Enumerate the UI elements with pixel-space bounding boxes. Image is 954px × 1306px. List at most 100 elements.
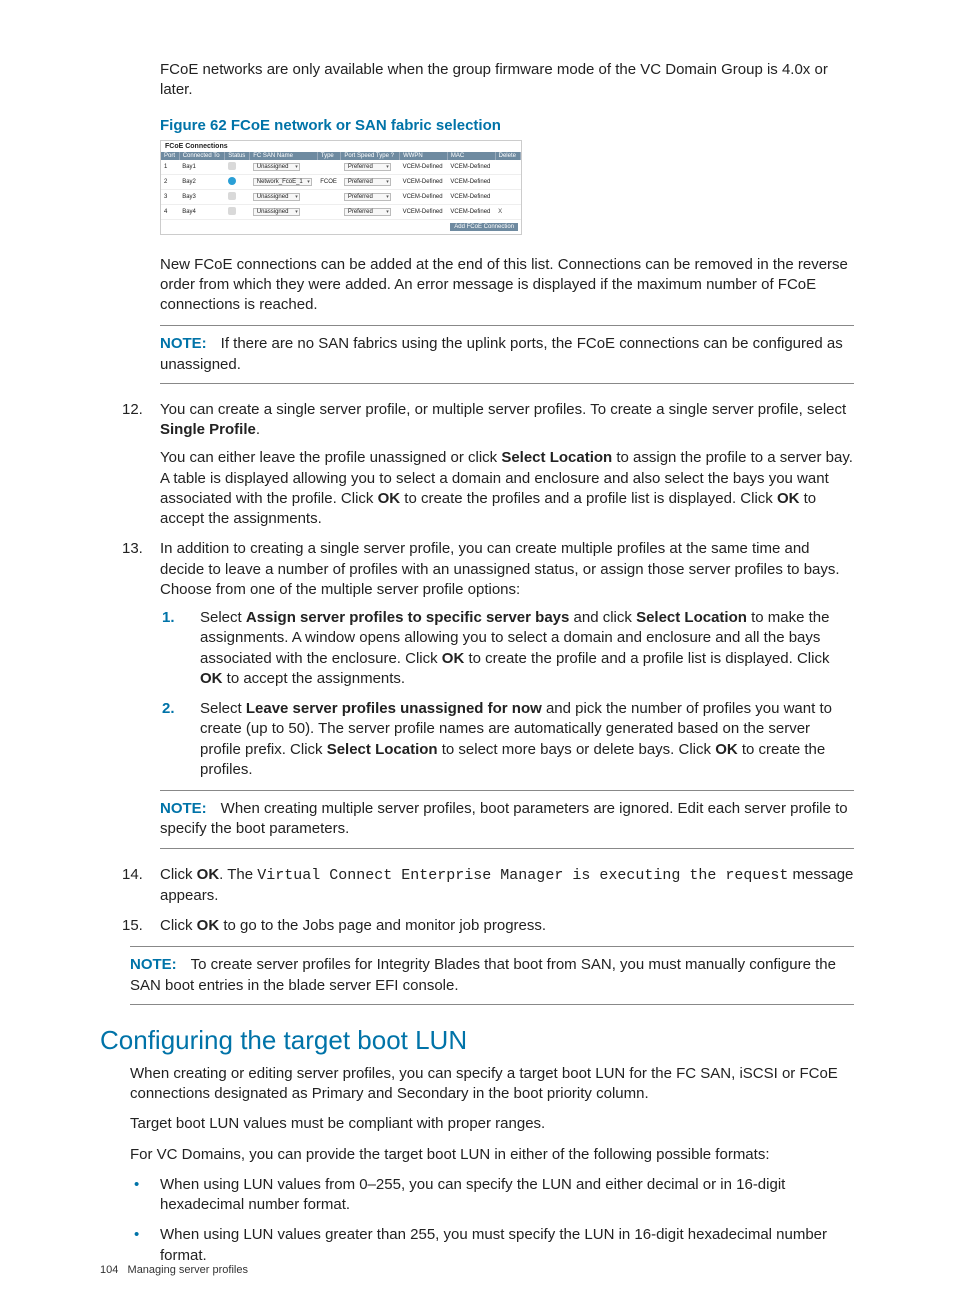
delete-icon[interactable]: X [495,204,520,219]
text: You can create a single server profile, … [160,401,846,418]
cell-delete [495,174,520,189]
cell-san[interactable]: Network_FcoE_1 [250,174,318,189]
note-text: To create server profiles for Integrity … [130,956,836,993]
cell-status [225,189,250,204]
section-heading: Configuring the target boot LUN [100,1025,854,1056]
text: Select [200,609,246,626]
cell-san[interactable]: Unassigned [250,189,318,204]
bold-ok: OK [197,917,220,934]
list-number: 14. [122,865,143,885]
status-icon [228,192,236,200]
cell-speed[interactable]: Preferred [341,174,400,189]
san-dropdown[interactable]: Unassigned [253,163,300,171]
bold-leave-unassigned: Leave server profiles unassigned for now [246,700,542,717]
page-footer: 104 Managing server profiles [100,1264,248,1276]
san-dropdown[interactable]: Network_FcoE_1 [253,178,312,186]
text: to accept the assignments. [223,670,406,687]
table-row: 3 Bay3 Unassigned Preferred VCEM-Defined… [161,189,521,204]
note-block: NOTE:To create server profiles for Integ… [130,946,854,1005]
text: to create the profiles and a profile lis… [400,490,777,507]
text: . [256,421,260,438]
cell-san[interactable]: Unassigned [250,160,318,175]
speed-dropdown[interactable]: Preferred [344,163,391,171]
cell-port: 2 [161,174,179,189]
cell-speed[interactable]: Preferred [341,189,400,204]
note-label: NOTE: [160,800,207,817]
note-label: NOTE: [130,956,177,973]
san-dropdown[interactable]: Unassigned [253,208,300,216]
col-fc-san-name: FC SAN Name [250,152,318,160]
note-text: When creating multiple server profiles, … [160,800,848,837]
col-type: Type [317,152,341,160]
sub-list-item-2: 2. Select Leave server profiles unassign… [160,699,854,780]
mono-message: Virtual Connect Enterprise Manager is ex… [257,867,788,884]
speed-dropdown[interactable]: Preferred [344,208,391,216]
bold-assign-server-profiles: Assign server profiles to specific serve… [246,609,570,626]
speed-dropdown[interactable]: Preferred [344,193,391,201]
text: In addition to creating a single server … [160,540,840,598]
bullet-item: When using LUN values from 0–255, you ca… [100,1175,854,1216]
sub-list-number: 1. [162,608,175,628]
col-port: Port [161,152,179,160]
page-number: 104 [100,1264,118,1276]
cell-mac: VCEM-Defined [447,204,495,219]
bold-ok: OK [442,650,465,667]
bullet-item: When using LUN values greater than 255, … [100,1225,854,1266]
table-row: 2 Bay2 Network_FcoE_1 FCOE Preferred VCE… [161,174,521,189]
bold-select-location: Select Location [327,741,438,758]
cell-wwpn: VCEM-Defined [400,189,448,204]
cell-speed[interactable]: Preferred [341,204,400,219]
cell-wwpn: VCEM-Defined [400,160,448,175]
list-number: 13. [122,539,143,559]
cell-type [317,204,341,219]
text: to select more bays or delete bays. Clic… [438,741,716,758]
speed-dropdown[interactable]: Preferred [344,178,391,186]
figure-title: Figure 62 FCoE network or SAN fabric sel… [100,117,854,134]
cell-wwpn: VCEM-Defined [400,174,448,189]
bold-ok: OK [197,866,220,883]
cell-speed[interactable]: Preferred [341,160,400,175]
bold-ok: OK [378,490,401,507]
cell-type: FCOE [317,174,341,189]
paragraph: Target boot LUN values must be compliant… [100,1114,854,1134]
bold-select-location: Select Location [636,609,747,626]
figure-screenshot: FCoE Connections Port Connected To Statu… [160,140,854,235]
paragraph: You can either leave the profile unassig… [160,448,854,529]
cell-delete [495,189,520,204]
table-row: 4 Bay4 Unassigned Preferred VCEM-Defined… [161,204,521,219]
cell-conn: Bay4 [179,204,225,219]
text: and click [569,609,636,626]
fcoe-table-caption: FCoE Connections [161,141,521,152]
col-wwpn: WWPN [400,152,448,160]
paragraph: New FCoE connections can be added at the… [100,255,854,316]
cell-conn: Bay2 [179,174,225,189]
document-page: FCoE networks are only available when th… [0,0,954,1306]
cell-san[interactable]: Unassigned [250,204,318,219]
table-row: 1 Bay1 Unassigned Preferred VCEM-Defined… [161,160,521,175]
text: Select [200,700,246,717]
cell-status [225,174,250,189]
footer-text: Managing server profiles [128,1264,248,1276]
cell-wwpn: VCEM-Defined [400,204,448,219]
cell-status [225,204,250,219]
list-item-15: 15. Click OK to go to the Jobs page and … [100,916,854,936]
intro-paragraph: FCoE networks are only available when th… [100,60,854,101]
col-port-speed-type: Port Speed Type ? [341,152,400,160]
status-icon [228,207,236,215]
add-fcoe-connection-button[interactable]: Add FCoE Connection [450,223,518,231]
bold-ok: OK [715,741,738,758]
col-delete: Delete [495,152,520,160]
san-dropdown[interactable]: Unassigned [253,193,300,201]
list-number: 15. [122,916,143,936]
cell-mac: VCEM-Defined [447,174,495,189]
text: to create the profile and a profile list… [464,650,829,667]
sub-list-number: 2. [162,699,175,719]
list-item-13: 13. In addition to creating a single ser… [100,539,854,780]
cell-conn: Bay3 [179,189,225,204]
status-icon [228,162,236,170]
cell-delete [495,160,520,175]
bold-single-profile: Single Profile [160,421,256,438]
paragraph: When creating or editing server profiles… [100,1064,854,1105]
list-item-12: 12. You can create a single server profi… [100,400,854,530]
col-connected-to: Connected To [179,152,225,160]
